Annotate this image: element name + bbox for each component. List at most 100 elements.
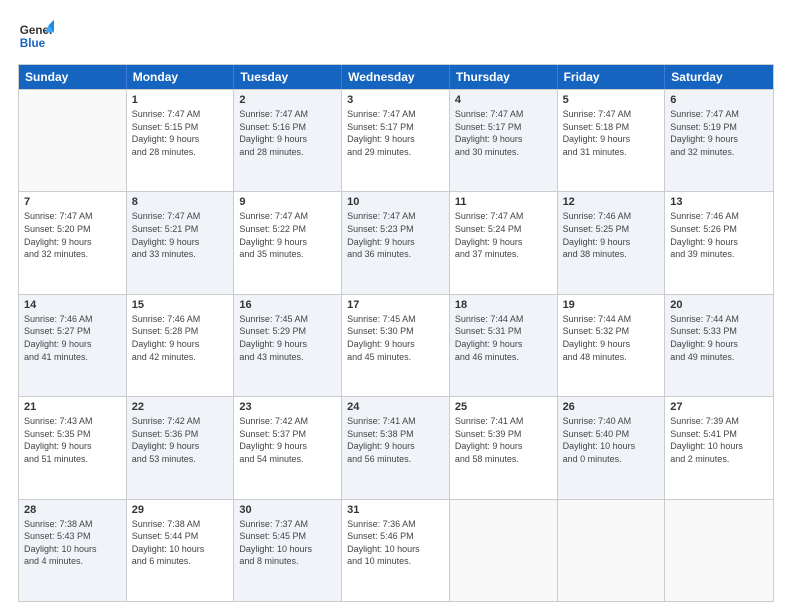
day-info: Sunrise: 7:47 AM Sunset: 5:22 PM Dayligh… <box>239 210 336 260</box>
cal-cell-0-0 <box>19 90 127 191</box>
cal-cell-2-6: 20Sunrise: 7:44 AM Sunset: 5:33 PM Dayli… <box>665 295 773 396</box>
day-info: Sunrise: 7:37 AM Sunset: 5:45 PM Dayligh… <box>239 518 336 568</box>
day-number: 18 <box>455 299 552 311</box>
cal-cell-2-5: 19 Sunrise: 7:44 AM Sunset: 5:32 PM Dayli… <box>558 295 666 396</box>
day-number: 20 <box>670 299 768 311</box>
day-number: 15 <box>132 299 229 311</box>
cal-cell-3-5: 26 Sunrise: 7:40 AM Sunset: 5:40 PM Dayli… <box>558 397 666 498</box>
day-number: 27 <box>670 401 768 413</box>
day-info: Sunrise: 7:42 AM Sunset: 5:36 PM Dayligh… <box>132 415 229 465</box>
day-number: 14 <box>24 299 121 311</box>
day-number: 26 <box>563 401 660 413</box>
cal-cell-0-3: 3Sunrise: 7:47 AM Sunset: 5:17 PM Daylig… <box>342 90 450 191</box>
cal-cell-4-4 <box>450 500 558 601</box>
day-info: Sunrise: 7:41 AM Sunset: 5:39 PM Dayligh… <box>455 415 552 465</box>
svg-text:Blue: Blue <box>20 37 46 50</box>
day-info: Sunrise: 7:39 AM Sunset: 5:41 PM Dayligh… <box>670 415 768 465</box>
day-info: Sunrise: 7:46 AM Sunset: 5:28 PM Dayligh… <box>132 313 229 363</box>
day-number: 13 <box>670 196 768 208</box>
logo: General Blue <box>18 18 54 54</box>
day-number: 21 <box>24 401 121 413</box>
day-number: 31 <box>347 504 444 516</box>
day-number: 28 <box>24 504 121 516</box>
cal-cell-2-3: 17 Sunrise: 7:45 AM Sunset: 5:30 PM Dayli… <box>342 295 450 396</box>
header: General Blue <box>18 18 774 54</box>
calendar-row-1: 7 Sunrise: 7:47 AM Sunset: 5:20 PM Daylig… <box>19 191 773 293</box>
day-number: 5 <box>563 94 660 106</box>
day-info: Sunrise: 7:42 AM Sunset: 5:37 PM Dayligh… <box>239 415 336 465</box>
day-number: 30 <box>239 504 336 516</box>
cal-cell-2-4: 18 Sunrise: 7:44 AM Sunset: 5:31 PM Dayli… <box>450 295 558 396</box>
weekday-header-friday: Friday <box>558 65 666 89</box>
cal-cell-0-6: 6 Sunrise: 7:47 AM Sunset: 5:19 PM Daylig… <box>665 90 773 191</box>
logo-icon: General Blue <box>18 18 54 54</box>
cal-cell-3-2: 23 Sunrise: 7:42 AM Sunset: 5:37 PM Dayli… <box>234 397 342 498</box>
day-info: Sunrise: 7:44 AM Sunset: 5:32 PM Dayligh… <box>563 313 660 363</box>
day-number: 9 <box>239 196 336 208</box>
page: General Blue SundayMondayTuesdayWednesda… <box>0 0 792 612</box>
day-number: 8 <box>132 196 229 208</box>
cal-cell-0-2: 2Sunrise: 7:47 AM Sunset: 5:16 PM Daylig… <box>234 90 342 191</box>
calendar: SundayMondayTuesdayWednesdayThursdayFrid… <box>18 64 774 602</box>
day-number: 4 <box>455 94 552 106</box>
day-info: Sunrise: 7:44 AM Sunset: 5:31 PM Dayligh… <box>455 313 552 363</box>
cal-cell-3-6: 27 Sunrise: 7:39 AM Sunset: 5:41 PM Dayli… <box>665 397 773 498</box>
day-info: Sunrise: 7:47 AM Sunset: 5:21 PM Dayligh… <box>132 210 229 260</box>
cal-cell-3-1: 22Sunrise: 7:42 AM Sunset: 5:36 PM Dayli… <box>127 397 235 498</box>
day-number: 24 <box>347 401 444 413</box>
cal-cell-1-6: 13Sunrise: 7:46 AM Sunset: 5:26 PM Dayli… <box>665 192 773 293</box>
day-number: 23 <box>239 401 336 413</box>
day-info: Sunrise: 7:45 AM Sunset: 5:30 PM Dayligh… <box>347 313 444 363</box>
calendar-row-2: 14 Sunrise: 7:46 AM Sunset: 5:27 PM Dayli… <box>19 294 773 396</box>
cal-cell-4-3: 31 Sunrise: 7:36 AM Sunset: 5:46 PM Dayli… <box>342 500 450 601</box>
cal-cell-0-1: 1 Sunrise: 7:47 AM Sunset: 5:15 PM Daylig… <box>127 90 235 191</box>
day-info: Sunrise: 7:47 AM Sunset: 5:19 PM Dayligh… <box>670 108 768 158</box>
cal-cell-1-3: 10Sunrise: 7:47 AM Sunset: 5:23 PM Dayli… <box>342 192 450 293</box>
day-info: Sunrise: 7:47 AM Sunset: 5:20 PM Dayligh… <box>24 210 121 260</box>
day-number: 6 <box>670 94 768 106</box>
day-info: Sunrise: 7:47 AM Sunset: 5:23 PM Dayligh… <box>347 210 444 260</box>
cal-cell-4-1: 29Sunrise: 7:38 AM Sunset: 5:44 PM Dayli… <box>127 500 235 601</box>
calendar-row-0: 1 Sunrise: 7:47 AM Sunset: 5:15 PM Daylig… <box>19 89 773 191</box>
calendar-row-4: 28Sunrise: 7:38 AM Sunset: 5:43 PM Dayli… <box>19 499 773 601</box>
calendar-header: SundayMondayTuesdayWednesdayThursdayFrid… <box>19 65 773 89</box>
weekday-header-monday: Monday <box>127 65 235 89</box>
cal-cell-4-2: 30 Sunrise: 7:37 AM Sunset: 5:45 PM Dayli… <box>234 500 342 601</box>
cal-cell-4-5 <box>558 500 666 601</box>
day-info: Sunrise: 7:47 AM Sunset: 5:16 PM Dayligh… <box>239 108 336 158</box>
cal-cell-4-6 <box>665 500 773 601</box>
day-number: 19 <box>563 299 660 311</box>
day-number: 7 <box>24 196 121 208</box>
cal-cell-2-1: 15 Sunrise: 7:46 AM Sunset: 5:28 PM Dayli… <box>127 295 235 396</box>
day-info: Sunrise: 7:36 AM Sunset: 5:46 PM Dayligh… <box>347 518 444 568</box>
day-info: Sunrise: 7:40 AM Sunset: 5:40 PM Dayligh… <box>563 415 660 465</box>
cal-cell-3-3: 24 Sunrise: 7:41 AM Sunset: 5:38 PM Dayli… <box>342 397 450 498</box>
day-info: Sunrise: 7:47 AM Sunset: 5:18 PM Dayligh… <box>563 108 660 158</box>
day-number: 3 <box>347 94 444 106</box>
day-number: 1 <box>132 94 229 106</box>
cal-cell-3-4: 25Sunrise: 7:41 AM Sunset: 5:39 PM Dayli… <box>450 397 558 498</box>
day-number: 12 <box>563 196 660 208</box>
cal-cell-0-5: 5 Sunrise: 7:47 AM Sunset: 5:18 PM Daylig… <box>558 90 666 191</box>
weekday-header-sunday: Sunday <box>19 65 127 89</box>
day-info: Sunrise: 7:47 AM Sunset: 5:24 PM Dayligh… <box>455 210 552 260</box>
cal-cell-4-0: 28Sunrise: 7:38 AM Sunset: 5:43 PM Dayli… <box>19 500 127 601</box>
day-info: Sunrise: 7:47 AM Sunset: 5:15 PM Dayligh… <box>132 108 229 158</box>
day-info: Sunrise: 7:46 AM Sunset: 5:27 PM Dayligh… <box>24 313 121 363</box>
day-info: Sunrise: 7:45 AM Sunset: 5:29 PM Dayligh… <box>239 313 336 363</box>
day-number: 16 <box>239 299 336 311</box>
day-info: Sunrise: 7:38 AM Sunset: 5:44 PM Dayligh… <box>132 518 229 568</box>
weekday-header-wednesday: Wednesday <box>342 65 450 89</box>
cal-cell-1-5: 12 Sunrise: 7:46 AM Sunset: 5:25 PM Dayli… <box>558 192 666 293</box>
cal-cell-0-4: 4 Sunrise: 7:47 AM Sunset: 5:17 PM Daylig… <box>450 90 558 191</box>
day-info: Sunrise: 7:47 AM Sunset: 5:17 PM Dayligh… <box>455 108 552 158</box>
cal-cell-1-2: 9 Sunrise: 7:47 AM Sunset: 5:22 PM Daylig… <box>234 192 342 293</box>
day-info: Sunrise: 7:46 AM Sunset: 5:25 PM Dayligh… <box>563 210 660 260</box>
day-number: 17 <box>347 299 444 311</box>
weekday-header-saturday: Saturday <box>665 65 773 89</box>
day-info: Sunrise: 7:41 AM Sunset: 5:38 PM Dayligh… <box>347 415 444 465</box>
cal-cell-1-0: 7 Sunrise: 7:47 AM Sunset: 5:20 PM Daylig… <box>19 192 127 293</box>
cal-cell-1-4: 11Sunrise: 7:47 AM Sunset: 5:24 PM Dayli… <box>450 192 558 293</box>
weekday-header-tuesday: Tuesday <box>234 65 342 89</box>
calendar-body: 1 Sunrise: 7:47 AM Sunset: 5:15 PM Daylig… <box>19 89 773 601</box>
